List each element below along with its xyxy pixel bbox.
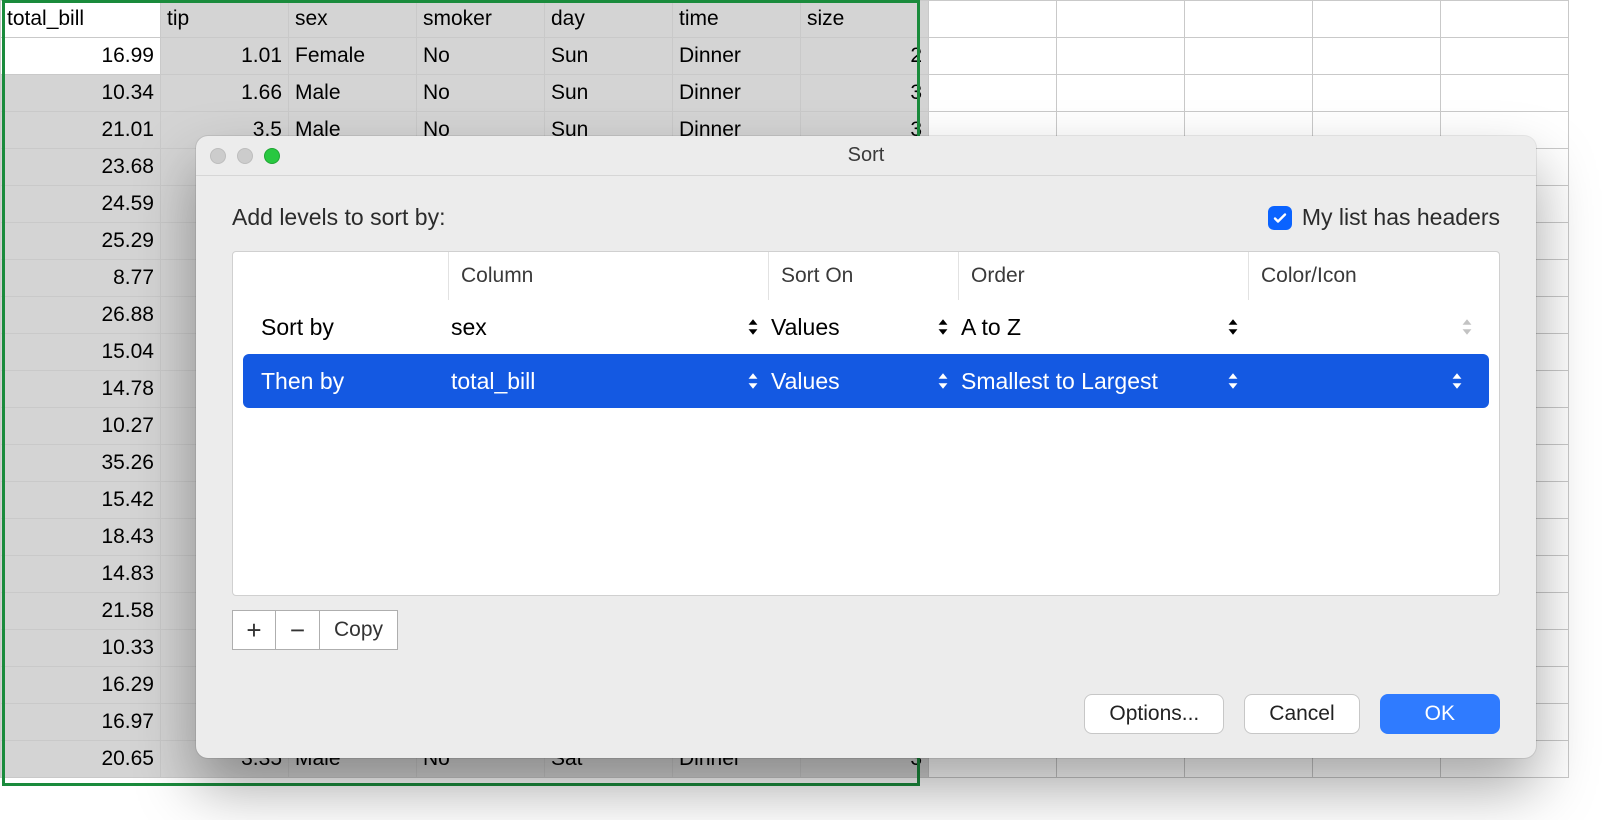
- level-color-select[interactable]: [1251, 371, 1475, 391]
- cell[interactable]: [929, 38, 1057, 75]
- cell[interactable]: 10.27: [1, 408, 161, 445]
- cell[interactable]: Dinner: [673, 75, 801, 112]
- level-label: Sort by: [261, 314, 451, 341]
- cell[interactable]: 25.29: [1, 223, 161, 260]
- cell[interactable]: 26.88: [1, 297, 161, 334]
- cell[interactable]: Female: [289, 38, 417, 75]
- checkbox-checked-icon: [1268, 206, 1292, 230]
- level-sorton-select[interactable]: Values: [771, 368, 961, 395]
- cell[interactable]: 14.78: [1, 371, 161, 408]
- cell[interactable]: 8.77: [1, 260, 161, 297]
- dialog-title: Sort: [848, 144, 885, 167]
- cell[interactable]: No: [417, 38, 545, 75]
- cell[interactable]: [1057, 1, 1185, 38]
- cell[interactable]: 1.66: [161, 75, 289, 112]
- cell[interactable]: 16.29: [1, 667, 161, 704]
- level-order-select[interactable]: Smallest to Largest: [961, 368, 1251, 395]
- header-blank: [233, 252, 448, 300]
- cell[interactable]: 16.99: [1, 38, 161, 75]
- cell[interactable]: 15.04: [1, 334, 161, 371]
- column-header[interactable]: total_bill: [1, 1, 161, 38]
- ok-button[interactable]: OK: [1380, 694, 1500, 734]
- has-headers-label: My list has headers: [1302, 204, 1500, 231]
- cell[interactable]: [1313, 38, 1441, 75]
- level-order-select[interactable]: A to Z: [961, 314, 1251, 341]
- cell[interactable]: [1185, 1, 1313, 38]
- cell[interactable]: Male: [289, 75, 417, 112]
- cell[interactable]: 15.42: [1, 482, 161, 519]
- level-color-select[interactable]: [1251, 317, 1485, 337]
- cell[interactable]: [1057, 38, 1185, 75]
- header-color: Color/Icon: [1248, 252, 1499, 300]
- cell[interactable]: [1441, 75, 1569, 112]
- sort-level-row[interactable]: Sort bysexValuesA to Z: [233, 300, 1499, 354]
- sort-level-row[interactable]: Then bytotal_billValuesSmallest to Large…: [243, 354, 1489, 408]
- sort-levels-table: Column Sort On Order Color/Icon Sort bys…: [232, 251, 1500, 596]
- column-header[interactable]: size: [801, 1, 929, 38]
- cell[interactable]: 21.58: [1, 593, 161, 630]
- cell[interactable]: [1185, 75, 1313, 112]
- cell[interactable]: 21.01: [1, 112, 161, 149]
- cell[interactable]: Sun: [545, 38, 673, 75]
- has-headers-checkbox[interactable]: My list has headers: [1268, 204, 1500, 231]
- level-sorton-select[interactable]: Values: [771, 314, 961, 341]
- cell[interactable]: 20.65: [1, 741, 161, 778]
- column-header[interactable]: sex: [289, 1, 417, 38]
- column-header[interactable]: day: [545, 1, 673, 38]
- instruction-label: Add levels to sort by:: [232, 204, 446, 231]
- cell[interactable]: 10.34: [1, 75, 161, 112]
- cell[interactable]: No: [417, 75, 545, 112]
- window-minimize-button[interactable]: [237, 148, 253, 164]
- dialog-titlebar: Sort: [196, 136, 1536, 176]
- options-button[interactable]: Options...: [1084, 694, 1224, 734]
- copy-level-button[interactable]: Copy: [320, 610, 398, 650]
- cell[interactable]: Sun: [545, 75, 673, 112]
- cell[interactable]: 3: [801, 75, 929, 112]
- cell[interactable]: [1185, 38, 1313, 75]
- remove-level-button[interactable]: −: [276, 610, 320, 650]
- cell[interactable]: Dinner: [673, 38, 801, 75]
- cell[interactable]: [929, 75, 1057, 112]
- sort-levels-header: Column Sort On Order Color/Icon: [233, 252, 1499, 300]
- level-column-select[interactable]: total_bill: [451, 368, 771, 395]
- cell[interactable]: 16.97: [1, 704, 161, 741]
- cell[interactable]: [1441, 38, 1569, 75]
- sort-dialog: Sort Add levels to sort by: My list has …: [196, 136, 1536, 758]
- cell[interactable]: 10.33: [1, 630, 161, 667]
- window-zoom-button[interactable]: [264, 148, 280, 164]
- cell[interactable]: 24.59: [1, 186, 161, 223]
- cell[interactable]: [1441, 1, 1569, 38]
- level-label: Then by: [261, 368, 451, 395]
- header-order: Order: [958, 252, 1248, 300]
- window-close-button[interactable]: [210, 148, 226, 164]
- cell[interactable]: [1057, 75, 1185, 112]
- cell[interactable]: [1313, 75, 1441, 112]
- level-column-select[interactable]: sex: [451, 314, 771, 341]
- cancel-button[interactable]: Cancel: [1244, 694, 1359, 734]
- cell[interactable]: 18.43: [1, 519, 161, 556]
- cell[interactable]: 23.68: [1, 149, 161, 186]
- cell[interactable]: [929, 1, 1057, 38]
- window-controls: [210, 148, 280, 164]
- cell[interactable]: 1.01: [161, 38, 289, 75]
- cell[interactable]: [1313, 1, 1441, 38]
- header-column: Column: [448, 252, 768, 300]
- column-header[interactable]: smoker: [417, 1, 545, 38]
- column-header[interactable]: time: [673, 1, 801, 38]
- column-header[interactable]: tip: [161, 1, 289, 38]
- cell[interactable]: 2: [801, 38, 929, 75]
- cell[interactable]: 14.83: [1, 556, 161, 593]
- header-sort-on: Sort On: [768, 252, 958, 300]
- cell[interactable]: 35.26: [1, 445, 161, 482]
- add-level-button[interactable]: +: [232, 610, 276, 650]
